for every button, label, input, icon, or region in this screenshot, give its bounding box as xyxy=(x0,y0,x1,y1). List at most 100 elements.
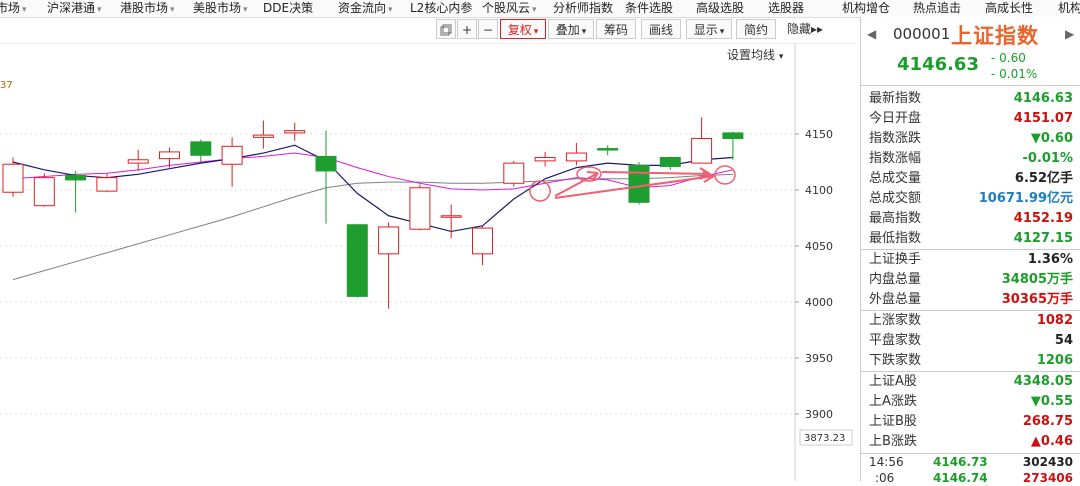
quote-row: 内盘总量 34805万手 xyxy=(861,270,1080,290)
quote-row-value: 4152.19 xyxy=(1013,211,1073,226)
price-change-pct: - 0.01% xyxy=(991,67,1038,81)
top-navigation: 市场▾沪深港通▾港股市场▾美股市场▾DDE决策资金流向▾L2核心内参个股风云▾分… xyxy=(0,0,1080,18)
quote-row-label: 上B涨跌 xyxy=(869,434,917,449)
nav-item[interactable]: 美股市场 ▾ xyxy=(193,0,248,17)
quote-row: 上证A股 4348.05 xyxy=(861,372,1080,392)
candle-down xyxy=(190,141,212,156)
quote-row-label: 下跌家数 xyxy=(869,353,922,368)
quote-row-value: 4127.15 xyxy=(1013,231,1073,246)
candle-down xyxy=(346,224,368,297)
quote-row-label: 最低指数 xyxy=(869,231,922,246)
quote-row-label: 最新指数 xyxy=(869,91,922,106)
quote-row-value: 1.36% xyxy=(1027,252,1073,267)
display-button[interactable]: 显示 ▾ xyxy=(686,19,732,39)
candle-down xyxy=(597,148,619,151)
nav-item-label: 热点追击 xyxy=(913,1,962,15)
fuquan-label: 复权 xyxy=(507,23,532,37)
tick-strip: 14:56 4146.73 302430 :06 4146.74 273406 xyxy=(861,453,1080,485)
tick-time: :06 xyxy=(875,471,895,485)
quote-row: 上涨家数 1082 xyxy=(861,311,1080,331)
nav-item-label: 资金流向 xyxy=(338,1,387,15)
quote-row-label: 上涨家数 xyxy=(869,313,922,328)
candle-up xyxy=(691,137,713,164)
quote-row: 最新指数 4146.63 xyxy=(861,89,1080,109)
draw-line-button[interactable]: 画线 xyxy=(641,19,681,39)
candle-up xyxy=(33,177,55,207)
chevron-down-icon: ▾ xyxy=(243,5,248,15)
nav-item-label: 选股器 xyxy=(768,1,805,15)
nav-item-label: DDE决策 xyxy=(263,1,314,15)
quote-row-value: 268.75 xyxy=(1022,414,1073,429)
overlay-button[interactable]: 叠加 ▾ xyxy=(548,19,594,39)
zoom-out-button[interactable]: − xyxy=(478,19,498,39)
quote-row: 上A涨跌 ▼0.55 xyxy=(861,392,1080,412)
prev-arrow-icon[interactable]: ◀ xyxy=(867,27,876,41)
quote-row-value: 1082 xyxy=(1036,313,1073,328)
next-arrow-icon[interactable]: ▶ xyxy=(1065,27,1074,41)
tick-time: 14:56 xyxy=(869,455,904,469)
fuquan-button[interactable]: 复权 ▾ xyxy=(500,19,546,39)
nav-item[interactable]: 机构增仓 xyxy=(842,0,890,16)
candle-up xyxy=(96,177,118,192)
tick-volume: 302430 xyxy=(1022,455,1073,469)
candlestick-chart[interactable]: 4150 4100 4050 4000 3950 3900 3873.23 xyxy=(0,43,857,481)
nav-item[interactable]: 资金流向 ▾ xyxy=(338,0,393,17)
nav-item[interactable]: 沪深港通 ▾ xyxy=(47,0,102,17)
quote-row-value: ▼0.60 xyxy=(1030,131,1073,146)
nav-item-label: 沪深港通 xyxy=(47,1,96,15)
chevron-down-icon: ▾ xyxy=(581,27,587,37)
nav-item[interactable]: 个股风云 ▾ xyxy=(482,0,537,17)
restore-icon[interactable] xyxy=(436,19,456,39)
price-change: - 0.60 xyxy=(991,51,1026,65)
nav-item[interactable]: 高成长性 xyxy=(985,0,1033,16)
nav-item[interactable]: 港股市场 ▾ xyxy=(120,0,175,17)
y-tick-label: 4000 xyxy=(805,296,833,309)
quote-row-label: 内盘总量 xyxy=(869,272,922,287)
quote-row: 今日开盘 4151.07 xyxy=(861,109,1080,129)
nav-item[interactable]: 市场▾ xyxy=(0,0,27,17)
nav-item-label: L2核心内参 xyxy=(410,1,473,15)
quote-row-value: 4146.63 xyxy=(1013,91,1073,106)
quote-row: 上B涨跌 ▲0.46 xyxy=(861,432,1080,452)
candle-down xyxy=(628,164,650,203)
nav-item[interactable]: 条件选股 xyxy=(625,0,673,16)
candle-down xyxy=(315,155,337,172)
chevron-down-icon: ▾ xyxy=(533,27,539,37)
nav-item[interactable]: DDE决策 xyxy=(263,0,313,16)
quote-row-label: 上证B股 xyxy=(869,414,917,429)
nav-item[interactable]: 机构 xyxy=(1058,0,1080,16)
hide-button[interactable]: 隐藏▸▸ xyxy=(782,19,828,39)
quote-row: 总成交额 10671.99亿元 xyxy=(861,189,1080,209)
chevron-down-icon: ▾ xyxy=(170,5,175,15)
bottom-value-label: 3873.23 xyxy=(804,433,845,444)
quote-row-label: 上A涨跌 xyxy=(869,394,917,409)
quote-row-value: ▲0.46 xyxy=(1030,434,1073,449)
nav-item[interactable]: L2核心内参 xyxy=(410,0,472,16)
quote-row-label: 总成交额 xyxy=(869,191,922,206)
chevron-down-icon: ▾ xyxy=(388,5,393,15)
nav-item[interactable]: 热点追击 xyxy=(913,0,961,16)
quote-row-label: 上证A股 xyxy=(869,374,917,389)
quote-row-label: 上证换手 xyxy=(869,252,922,267)
chevron-down-icon: ▾ xyxy=(22,5,27,15)
quote-row-value: 1206 xyxy=(1036,353,1073,368)
nav-item[interactable]: 选股器 xyxy=(768,0,804,16)
quote-row-label: 今日开盘 xyxy=(869,111,922,126)
nav-item[interactable]: 高级选股 xyxy=(696,0,744,16)
y-tick-label: 4150 xyxy=(805,128,833,141)
nav-item[interactable]: 分析师指数 xyxy=(553,0,613,16)
candle-up xyxy=(565,152,587,162)
quote-row-value: 54 xyxy=(1054,333,1073,348)
display-label: 显示 xyxy=(693,23,718,37)
index-name: 上证指数 xyxy=(951,24,1039,48)
nav-item-label: 机构 xyxy=(1058,1,1080,15)
quote-row: 外盘总量 30365万手 xyxy=(861,290,1080,310)
index-code: 000001 xyxy=(893,25,951,43)
tick-price: 4146.74 xyxy=(933,471,988,485)
quote-row-label: 指数涨跌 xyxy=(869,131,922,146)
chips-button[interactable]: 筹码 xyxy=(596,19,636,39)
nav-item-label: 高级选股 xyxy=(696,1,745,15)
quote-row: 最高指数 4152.19 xyxy=(861,209,1080,229)
zoom-in-button[interactable]: + xyxy=(457,19,477,39)
simple-mode-button[interactable]: 简约 xyxy=(736,19,776,39)
